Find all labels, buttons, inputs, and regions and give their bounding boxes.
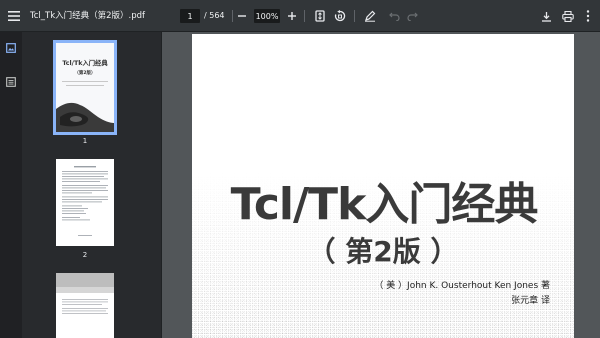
redo-icon[interactable] xyxy=(402,6,422,26)
rotate-icon[interactable] xyxy=(330,6,350,26)
thumbnail-sidebar: Tcl/Tk入门经典 （第2版） 1 2 xyxy=(0,32,162,338)
toolbar-divider xyxy=(354,10,355,22)
toolbar-divider xyxy=(304,10,305,22)
page-thumbnail[interactable] xyxy=(56,159,114,246)
zoom-in-button[interactable] xyxy=(282,6,302,26)
fit-to-page-icon[interactable] xyxy=(310,6,330,26)
toolbar: Tcl_Tk入门经典（第2版）.pdf / 564 xyxy=(0,0,600,32)
print-icon[interactable] xyxy=(558,6,578,26)
thumbnails-view-icon[interactable] xyxy=(5,42,17,54)
thumb-cover-edition: （第2版） xyxy=(74,69,95,76)
zoom-out-button[interactable] xyxy=(232,6,252,26)
thumbnail-page-number: 1 xyxy=(82,137,88,145)
book-translator: 张元章 译 xyxy=(511,296,550,306)
outline-view-icon[interactable] xyxy=(5,76,17,88)
download-icon[interactable] xyxy=(536,6,556,26)
document-title: Tcl_Tk入门经典（第2版）.pdf xyxy=(30,11,146,21)
page-thumbnail[interactable]: Tcl/Tk入门经典 （第2版） xyxy=(53,40,117,135)
pdf-page: Tcl/Tk入门经典 （ 第2版 ） （ 美 ）John K. Ousterho… xyxy=(192,34,574,338)
page-number-input[interactable] xyxy=(180,9,200,23)
cover-thumbnail-art: Tcl/Tk入门经典 （第2版） xyxy=(56,43,114,132)
more-options-icon[interactable] xyxy=(578,6,598,26)
book-edition: （ 第2版 ） xyxy=(307,235,459,268)
sidebar-rail xyxy=(0,32,22,338)
thumb-cover-title: Tcl/Tk入门经典 xyxy=(62,58,108,67)
undo-icon[interactable] xyxy=(384,6,404,26)
page-3-thumbnail-art xyxy=(56,273,114,338)
thumbnail-page-number: 2 xyxy=(82,251,88,259)
book-title: Tcl/Tk入门经典 xyxy=(230,179,539,230)
menu-icon[interactable] xyxy=(4,6,24,26)
book-authors: （ 美 ）John K. Ousterhout Ken Jones 著 xyxy=(374,281,550,291)
page-total: / 564 xyxy=(204,11,225,20)
page-thumbnail[interactable] xyxy=(56,273,114,338)
zoom-input[interactable] xyxy=(254,9,280,23)
page-2-thumbnail-art xyxy=(56,159,114,246)
annotate-icon[interactable] xyxy=(360,6,380,26)
